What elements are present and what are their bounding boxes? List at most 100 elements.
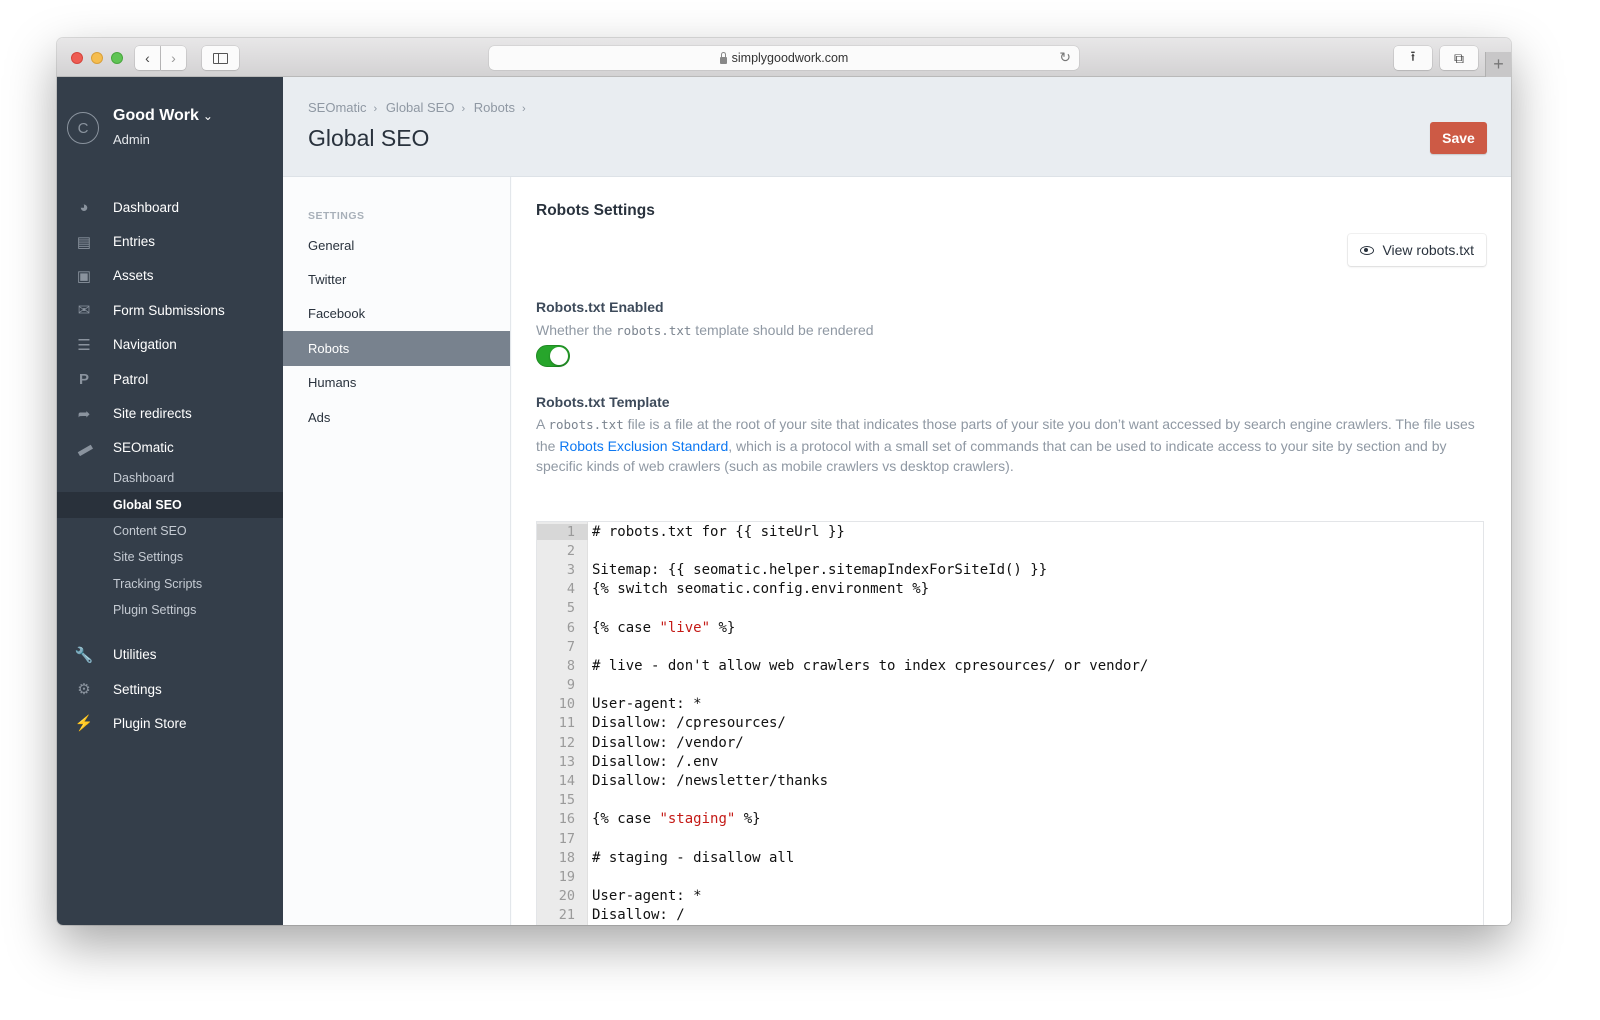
code-line[interactable]: 21 Disallow: / [537, 906, 1483, 925]
lock-icon [719, 51, 727, 64]
chevron-right-icon: › [171, 50, 176, 66]
line-number: 8 [566, 657, 575, 674]
patrol-icon: P [78, 370, 89, 388]
sidebar-toggle-icon [213, 52, 228, 64]
close-window-button[interactable] [71, 52, 83, 64]
code-line[interactable]: 11 Disallow: /cpresources/ [537, 714, 1483, 733]
code-line[interactable]: 18 # staging - disallow all [537, 848, 1483, 867]
settings-tab-robots[interactable]: Robots [283, 331, 510, 366]
code-line[interactable]: 13 Disallow: /.env [537, 752, 1483, 771]
page-title: Global SEO [308, 125, 430, 151]
chevron-left-icon: ‹ [145, 50, 150, 66]
robots-exclusion-standard-link[interactable]: Robots Exclusion Standard [559, 438, 728, 454]
settings-nav: SETTINGS General Twitter Facebook Robots… [283, 177, 511, 925]
code-line[interactable]: 2 [537, 541, 1483, 560]
chevron-right-icon: › [521, 103, 526, 115]
settings-tab-twitter[interactable]: Twitter [283, 262, 510, 296]
sidebar-item-entries[interactable]: ▤ Entries [57, 224, 283, 258]
line-number: 2 [566, 542, 575, 559]
code-line[interactable]: 3 Sitemap: {{ seomatic.helper.sitemapInde… [537, 560, 1483, 579]
sidebar-item-patrol[interactable]: P Patrol [57, 362, 283, 396]
code-line[interactable]: 14 Disallow: /newsletter/thanks [537, 771, 1483, 790]
line-number: 20 [558, 888, 575, 905]
sidebar-toggle-button[interactable] [202, 46, 239, 70]
subnav-item-global-seo[interactable]: Global SEO [57, 491, 283, 518]
code-text: Disallow: / [592, 907, 685, 924]
line-number: 13 [558, 753, 575, 770]
site-switcher[interactable]: Good Work ⌄ [113, 107, 213, 125]
new-tab-button[interactable]: + [1485, 52, 1511, 77]
code-text: Disallow: /newsletter/thanks [592, 773, 829, 790]
subnav-item-tracking-scripts[interactable]: Tracking Scripts [57, 571, 283, 597]
url-text: simplygoodwork.com [731, 51, 849, 65]
code-line[interactable]: 10 User-agent: * [537, 695, 1483, 714]
sidebar-item-dashboard[interactable]: ◕ Dashboard [57, 190, 283, 224]
subnav-item-site-settings[interactable]: Site Settings [57, 544, 283, 570]
robots-template-label: Robots.txt Template [536, 394, 670, 410]
sidebar-item-assets[interactable]: ▣ Assets [57, 259, 283, 293]
sidebar-item-settings[interactable]: ⚙ Settings [57, 672, 283, 706]
robots-enabled-toggle[interactable] [536, 345, 570, 367]
subnav-item-content-seo[interactable]: Content SEO [57, 518, 283, 544]
subnav-item-dashboard[interactable]: Dashboard [57, 465, 283, 491]
subnav-item-plugin-settings[interactable]: Plugin Settings [57, 597, 283, 623]
sidebar-item-site-redirects[interactable]: ➦ Site redirects [57, 396, 283, 430]
share-arrow-icon: ➦ [77, 405, 91, 423]
code-line[interactable]: 4 {% switch seomatic.config.environment %… [537, 580, 1483, 599]
code-line[interactable]: 20 User-agent: * [537, 887, 1483, 906]
robots-template-editor[interactable]: 1 # robots.txt for {{ siteUrl }} 2 3 Sitemap… [536, 521, 1484, 925]
forward-button[interactable]: › [161, 46, 186, 70]
eye-icon [1360, 245, 1375, 255]
code-lines: 1 # robots.txt for {{ siteUrl }} 2 3 Sitemap… [537, 522, 1483, 925]
line-number: 9 [566, 677, 575, 694]
settings-tab-humans[interactable]: Humans [283, 366, 510, 400]
tabs-overview-button[interactable]: ⧉ [1440, 46, 1478, 70]
code-line[interactable]: 1 # robots.txt for {{ siteUrl }} [537, 522, 1483, 541]
line-number: 1 [537, 523, 588, 540]
code-line[interactable]: 8 # live - don't allow web crawlers to in… [537, 656, 1483, 675]
reload-icon[interactable]: ↻ [1059, 49, 1071, 66]
settings-tab-facebook[interactable]: Facebook [283, 297, 510, 331]
page-header: SEOmatic › Global SEO › Robots › Global SEO… [283, 77, 1511, 177]
code-line[interactable]: 9 [537, 676, 1483, 695]
line-number: 12 [558, 734, 575, 751]
sidebar-item-plugin-store[interactable]: ⚡ Plugin Store [57, 706, 283, 740]
zoom-window-button[interactable] [111, 52, 123, 64]
share-button[interactable]: ⭱ [1394, 46, 1432, 70]
settings-tab-ads[interactable]: Ads [283, 400, 510, 434]
code-line[interactable]: 5 [537, 599, 1483, 618]
code-line[interactable]: 12 Disallow: /vendor/ [537, 733, 1483, 752]
code-line[interactable]: 7 [537, 637, 1483, 656]
breadcrumb-item[interactable]: Robots [474, 100, 515, 115]
view-robots-txt-button[interactable]: View robots.txt [1348, 234, 1486, 266]
sidebar-item-navigation[interactable]: ☰ Navigation [57, 328, 283, 362]
code-text: {% switch seomatic.config.environment %} [592, 581, 930, 598]
browser-window: ‹ › simplygoodwork.com ↻ ⭱ ⧉ + C Good Wo… [57, 38, 1511, 925]
settings-tab-general[interactable]: General [283, 228, 510, 262]
chevron-down-icon: ⌄ [202, 109, 213, 123]
code-line[interactable]: 16 {% case "staging" %} [537, 810, 1483, 829]
minimize-window-button[interactable] [91, 52, 103, 64]
section-title: Robots Settings [536, 202, 655, 219]
code-line[interactable]: 19 [537, 867, 1483, 886]
save-button[interactable]: Save [1430, 122, 1487, 154]
code-text: # live - don't allow web crawlers to ind… [592, 657, 1149, 674]
site-logo: C [67, 112, 99, 144]
code-text: Disallow: /vendor/ [592, 734, 744, 751]
line-number: 17 [558, 830, 575, 847]
breadcrumb-item[interactable]: SEOmatic [308, 100, 367, 115]
code-text: # staging - disallow all [592, 849, 795, 866]
breadcrumb-item[interactable]: Global SEO [386, 100, 455, 115]
sidebar-item-seomatic[interactable]: ▬ SEOmatic [57, 431, 283, 465]
browser-toolbar: ‹ › simplygoodwork.com ↻ ⭱ ⧉ + [57, 38, 1511, 77]
line-number: 7 [566, 638, 575, 655]
code-line[interactable]: 6 {% case "live" %} [537, 618, 1483, 637]
sidebar-item-utilities[interactable]: 🔧 Utilities [57, 637, 283, 671]
code-line[interactable]: 15 [537, 791, 1483, 810]
toggle-knob [550, 347, 568, 365]
back-button[interactable]: ‹ [135, 46, 160, 70]
sidebar: C Good Work ⌄ Admin ◕ Dashboard ▤ Entries… [57, 77, 283, 925]
address-bar[interactable]: simplygoodwork.com ↻ [489, 46, 1079, 70]
sidebar-item-form-submissions[interactable]: ✉ Form Submissions [57, 293, 283, 327]
code-line[interactable]: 17 [537, 829, 1483, 848]
